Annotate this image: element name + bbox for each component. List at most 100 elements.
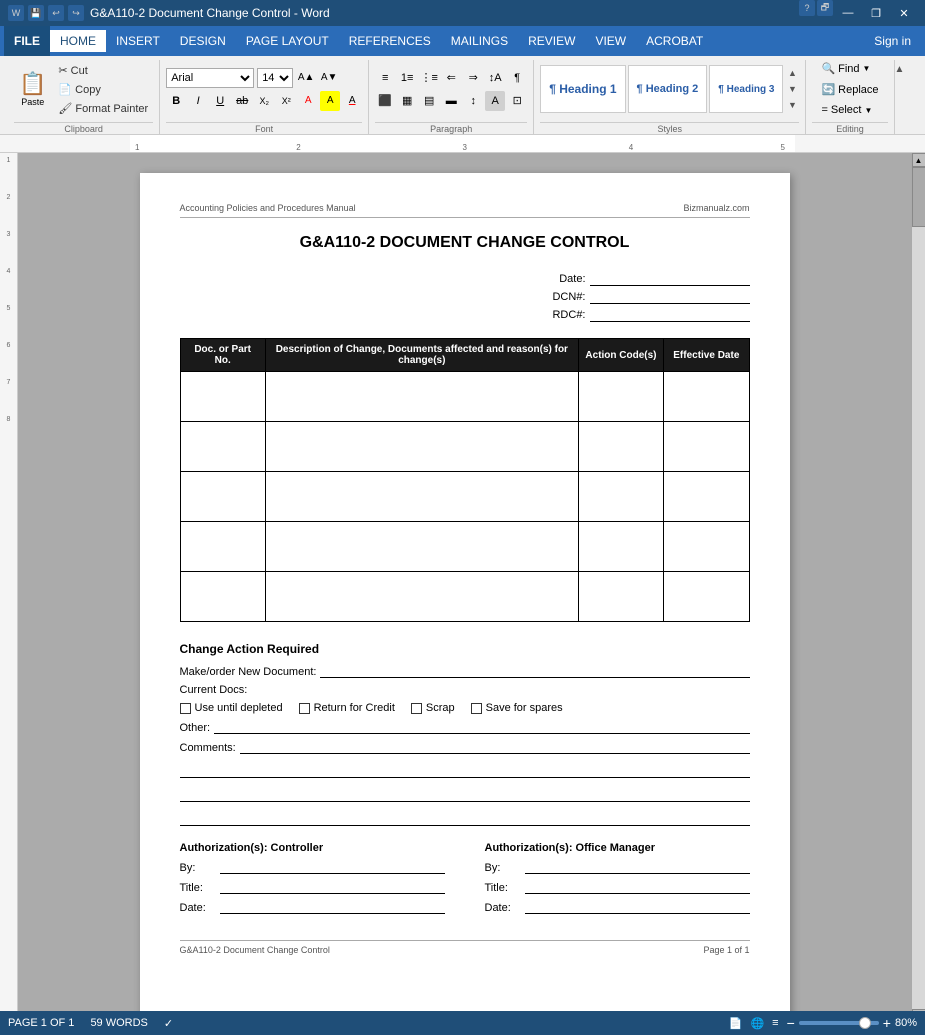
checkbox-spares-box[interactable] <box>471 703 482 714</box>
rdc-line[interactable] <box>590 308 750 322</box>
design-menu[interactable]: DESIGN <box>170 30 236 52</box>
save-icon[interactable]: 💾 <box>28 5 44 21</box>
checkbox-depleted[interactable]: Use until depleted <box>180 702 283 714</box>
shading-button[interactable]: A <box>485 91 505 111</box>
format-painter-button[interactable]: 🖌 Format Painter <box>53 100 153 117</box>
show-formatting-button[interactable]: ¶ <box>507 68 527 88</box>
table-cell-desc-4[interactable] <box>265 522 578 572</box>
table-cell-eff-1[interactable] <box>664 372 749 422</box>
zoom-out-button[interactable]: − <box>787 1015 795 1031</box>
checkbox-spares[interactable]: Save for spares <box>471 702 563 714</box>
heading1-style[interactable]: ¶ Heading 1 <box>540 65 625 113</box>
heading3-style[interactable]: ¶ Heading 3 <box>709 65 783 113</box>
sign-in[interactable]: Sign in <box>864 34 921 48</box>
align-center-button[interactable]: ▦ <box>397 91 417 111</box>
dcn-line[interactable] <box>590 290 750 304</box>
comment-line-3[interactable] <box>180 784 750 802</box>
font-size-select[interactable]: 14 10 11 12 <box>257 68 293 88</box>
sort-button[interactable]: ↕A <box>485 68 505 88</box>
multilevel-button[interactable]: ⋮≡ <box>419 68 439 88</box>
ribbon-collapse-button[interactable]: ▲ <box>895 64 905 75</box>
comments-line-1[interactable] <box>240 740 750 754</box>
auth-controller-date-line[interactable] <box>220 900 445 914</box>
review-menu[interactable]: REVIEW <box>518 30 585 52</box>
help-button[interactable]: ? <box>799 0 815 16</box>
table-cell-doc-4[interactable] <box>180 522 265 572</box>
text-color-button[interactable]: A <box>298 91 318 111</box>
comment-line-2[interactable] <box>180 760 750 778</box>
minimize-button[interactable]: — <box>835 0 861 26</box>
references-menu[interactable]: REFERENCES <box>339 30 441 52</box>
table-cell-desc-5[interactable] <box>265 572 578 622</box>
italic-button[interactable]: I <box>188 91 208 111</box>
zoom-in-button[interactable]: + <box>883 1015 891 1031</box>
table-cell-doc-3[interactable] <box>180 472 265 522</box>
bullets-button[interactable]: ≡ <box>375 68 395 88</box>
styles-more[interactable]: ▼ <box>785 97 799 113</box>
table-cell-eff-2[interactable] <box>664 422 749 472</box>
copy-button[interactable]: 📄 Copy <box>53 81 153 98</box>
scroll-area[interactable]: Accounting Policies and Procedures Manua… <box>18 153 911 1023</box>
auth-office-title-line[interactable] <box>525 880 750 894</box>
underline-button[interactable]: U <box>210 91 230 111</box>
table-cell-doc-2[interactable] <box>180 422 265 472</box>
maximize-button[interactable]: ❐ <box>863 0 889 26</box>
acrobat-menu[interactable]: ACROBAT <box>636 30 713 52</box>
file-menu[interactable]: FILE <box>4 26 50 56</box>
bold-button[interactable]: B <box>166 91 186 111</box>
make-order-line[interactable] <box>320 664 749 678</box>
close-button[interactable]: ✕ <box>891 0 917 26</box>
line-spacing-button[interactable]: ↕ <box>463 91 483 111</box>
table-cell-doc-5[interactable] <box>180 572 265 622</box>
checkbox-scrap[interactable]: Scrap <box>411 702 455 714</box>
table-cell-action-1[interactable] <box>578 372 663 422</box>
heading2-style[interactable]: ¶ Heading 2 <box>628 65 708 113</box>
table-cell-desc-1[interactable] <box>265 372 578 422</box>
mailings-menu[interactable]: MAILINGS <box>441 30 518 52</box>
table-cell-desc-2[interactable] <box>265 422 578 472</box>
grow-font-button[interactable]: A▲ <box>296 68 316 88</box>
numbering-button[interactable]: 1≡ <box>397 68 417 88</box>
font-color-button[interactable]: A <box>342 91 362 111</box>
font-family-select[interactable]: Arial Times New Roman Calibri <box>166 68 254 88</box>
table-cell-eff-3[interactable] <box>664 472 749 522</box>
strikethrough-button[interactable]: ab <box>232 91 252 111</box>
decrease-indent-button[interactable]: ⇐ <box>441 68 461 88</box>
scrollbar-thumb[interactable] <box>912 167 925 227</box>
checkbox-credit[interactable]: Return for Credit <box>299 702 395 714</box>
view-web-button[interactable]: 🌐 <box>750 1017 764 1030</box>
redo-icon[interactable]: ↪ <box>68 5 84 21</box>
table-cell-action-2[interactable] <box>578 422 663 472</box>
checkbox-credit-box[interactable] <box>299 703 310 714</box>
table-cell-eff-4[interactable] <box>664 522 749 572</box>
table-cell-action-5[interactable] <box>578 572 663 622</box>
paste-button[interactable]: 📋 Paste <box>14 64 51 114</box>
checkbox-scrap-box[interactable] <box>411 703 422 714</box>
table-cell-action-3[interactable] <box>578 472 663 522</box>
table-cell-eff-5[interactable] <box>664 572 749 622</box>
view-menu[interactable]: VIEW <box>585 30 636 52</box>
auth-controller-title-line[interactable] <box>220 880 445 894</box>
table-cell-action-4[interactable] <box>578 522 663 572</box>
highlight-button[interactable]: A <box>320 91 340 111</box>
page-layout-menu[interactable]: PAGE LAYOUT <box>236 30 339 52</box>
find-button[interactable]: 🔍 Find ▼ <box>816 60 883 77</box>
zoom-slider[interactable] <box>799 1021 879 1025</box>
align-left-button[interactable]: ⬛ <box>375 91 395 111</box>
styles-scroll-down[interactable]: ▼ <box>785 81 799 97</box>
table-cell-doc-1[interactable] <box>180 372 265 422</box>
auth-office-date-line[interactable] <box>525 900 750 914</box>
comment-line-4[interactable] <box>180 808 750 826</box>
view-outline-button[interactable]: ≡ <box>772 1017 778 1029</box>
borders-button[interactable]: ⊡ <box>507 91 527 111</box>
other-line[interactable] <box>214 720 749 734</box>
checkbox-depleted-box[interactable] <box>180 703 191 714</box>
undo-icon[interactable]: ↩ <box>48 5 64 21</box>
table-cell-desc-3[interactable] <box>265 472 578 522</box>
replace-button[interactable]: 🔄 Replace <box>816 81 883 98</box>
superscript-button[interactable]: X² <box>276 91 296 111</box>
cut-button[interactable]: ✂ Cut <box>53 62 153 79</box>
home-menu[interactable]: HOME <box>50 30 106 52</box>
right-scrollbar[interactable]: ▲ ▼ <box>911 153 925 1023</box>
auth-office-by-line[interactable] <box>525 860 750 874</box>
